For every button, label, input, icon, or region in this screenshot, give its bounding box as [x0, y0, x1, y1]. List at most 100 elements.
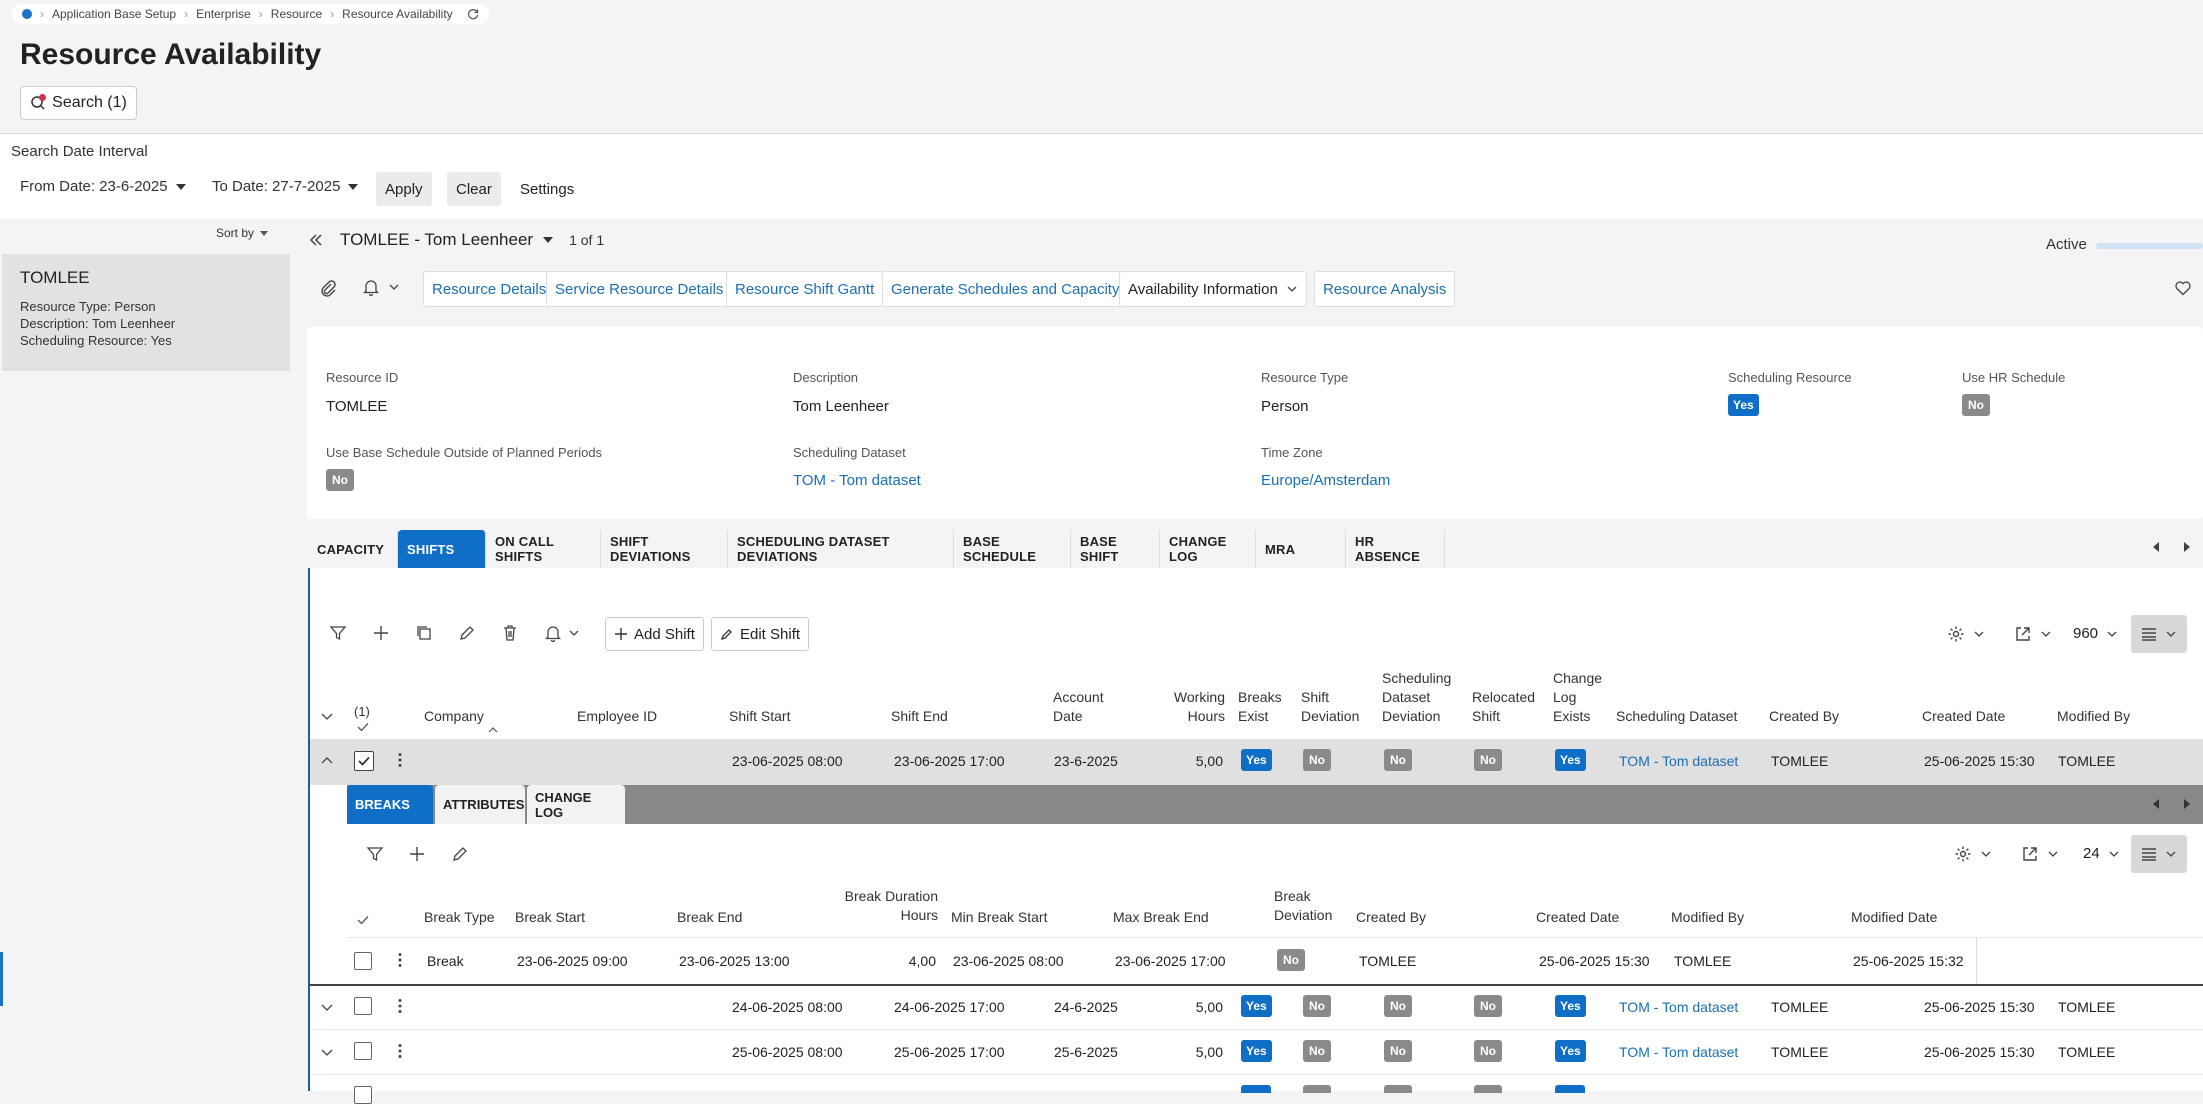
col-company[interactable]: Company — [424, 707, 484, 726]
col-breaks-exist[interactable]: Breaks Exist — [1238, 688, 1286, 726]
record-selector[interactable]: TOMLEE - Tom Leenheer — [340, 230, 554, 250]
col-account-date[interactable]: Account Date — [1053, 688, 1123, 726]
duplicate-icon[interactable] — [415, 624, 433, 642]
grid-notifications-menu[interactable] — [544, 624, 580, 642]
filter-icon[interactable] — [366, 845, 384, 863]
resource-analysis-button[interactable]: Resource Analysis — [1314, 271, 1456, 307]
row-menu-icon[interactable] — [398, 998, 402, 1014]
service-resource-details-button[interactable]: Service Resource Details — [546, 271, 733, 307]
col-min-break-start[interactable]: Min Break Start — [951, 908, 1047, 927]
expand-all-icon[interactable] — [320, 709, 334, 723]
breadcrumb-item[interactable]: Application Base Setup — [52, 7, 176, 21]
col-scheduling-dataset[interactable]: Scheduling Dataset — [1616, 707, 1737, 726]
tab-mra[interactable]: MRA — [1256, 530, 1346, 568]
subtab-attributes[interactable]: ATTRIBUTES — [435, 785, 525, 824]
clear-button[interactable]: Clear — [447, 172, 501, 206]
apply-button[interactable]: Apply — [376, 172, 432, 206]
breaks-page-size-select[interactable]: 24 — [2083, 845, 2120, 862]
col-modified-by[interactable]: Modified By — [2057, 707, 2130, 726]
tab-base-schedule[interactable]: BASE SCHEDULE — [954, 530, 1071, 568]
breaks-settings-menu[interactable] — [1954, 845, 1992, 863]
time-zone-link[interactable]: Europe/Amsterdam — [1261, 472, 1390, 489]
col-relocated-shift[interactable]: Relocated Shift — [1472, 688, 1542, 726]
resource-shift-gantt-button[interactable]: Resource Shift Gantt — [726, 271, 884, 307]
breaks-view-mode-menu[interactable] — [2131, 835, 2187, 873]
col-breaks-modified-by[interactable]: Modified By — [1671, 908, 1744, 927]
breaks-export-menu[interactable] — [2021, 845, 2059, 863]
cell-scheduling-dataset-link[interactable]: TOM - Tom dataset — [1619, 1044, 1738, 1060]
col-max-break-end[interactable]: Max Break End — [1113, 908, 1209, 927]
edit-icon[interactable] — [451, 845, 469, 863]
refresh-icon[interactable] — [467, 8, 479, 20]
select-all-check-icon[interactable] — [357, 722, 369, 732]
cell-scheduling-dataset-link[interactable]: TOM - Tom dataset — [1619, 753, 1738, 769]
row-checkbox[interactable] — [354, 997, 372, 1015]
tab-capacity[interactable]: CAPACITY — [308, 530, 398, 568]
collapse-row-icon[interactable] — [320, 754, 334, 768]
col-break-start[interactable]: Break Start — [515, 908, 585, 927]
select-all-check-icon[interactable] — [357, 915, 369, 925]
break-row-checkbox[interactable] — [354, 952, 372, 970]
favorite-icon[interactable] — [2174, 279, 2192, 297]
col-shift-start[interactable]: Shift Start — [729, 707, 790, 726]
row-menu-icon[interactable] — [398, 1043, 402, 1059]
expand-row-icon[interactable] — [320, 1045, 334, 1059]
tab-on-call-shifts[interactable]: ON CALL SHIFTS — [486, 530, 601, 568]
view-mode-menu[interactable] — [2131, 615, 2187, 653]
notifications-menu[interactable] — [362, 278, 400, 296]
row-menu-icon[interactable] — [398, 752, 402, 768]
add-icon[interactable] — [408, 845, 426, 863]
row-checkbox[interactable] — [354, 1086, 372, 1104]
grid-settings-menu[interactable] — [1947, 625, 1985, 643]
col-break-deviation[interactable]: Break Deviation — [1274, 887, 1344, 925]
col-employee-id[interactable]: Employee ID — [577, 707, 657, 726]
add-shift-button[interactable]: Add Shift — [605, 617, 704, 651]
scheduling-dataset-link[interactable]: TOM - Tom dataset — [793, 472, 921, 489]
tab-shifts[interactable]: SHIFTS — [398, 530, 486, 568]
row-checkbox[interactable] — [354, 1042, 372, 1060]
col-created-by[interactable]: Created By — [1769, 707, 1839, 726]
sort-ascending-icon[interactable] — [488, 726, 498, 734]
col-shift-end[interactable]: Shift End — [891, 707, 948, 726]
page-size-select[interactable]: 960 — [2073, 625, 2118, 642]
attachment-icon[interactable] — [318, 278, 338, 298]
generate-schedules-button[interactable]: Generate Schedules and Capacity — [882, 271, 1129, 307]
sort-by-button[interactable]: Sort by — [216, 226, 269, 240]
col-break-end[interactable]: Break End — [677, 908, 742, 927]
tab-scroll-right-icon[interactable] — [2182, 541, 2192, 553]
resource-details-button[interactable]: Resource Details — [423, 271, 556, 307]
availability-information-menu[interactable]: Availability Information — [1119, 271, 1307, 307]
subtab-change-log[interactable]: CHANGE LOG — [527, 785, 625, 824]
col-break-duration-hours[interactable]: Break Duration Hours — [826, 887, 938, 925]
col-breaks-created-by[interactable]: Created By — [1356, 908, 1426, 927]
row-checkbox-checked[interactable] — [354, 751, 374, 771]
search-button[interactable]: Search (1) — [20, 86, 137, 120]
record-card[interactable]: TOMLEE Resource Type: Person Description… — [2, 254, 290, 371]
tab-change-log[interactable]: CHANGE LOG — [1160, 530, 1256, 568]
filter-icon[interactable] — [329, 624, 347, 642]
expand-row-icon[interactable] — [320, 1000, 334, 1014]
col-change-log-exists[interactable]: Change Log Exists — [1553, 669, 1608, 726]
edit-icon[interactable] — [458, 624, 476, 642]
tab-scroll-left-icon[interactable] — [2151, 541, 2161, 553]
subtab-scroll-right-icon[interactable] — [2182, 798, 2192, 810]
edit-shift-button[interactable]: Edit Shift — [711, 617, 810, 651]
col-scheduling-dataset-deviation[interactable]: Scheduling Dataset Deviation — [1382, 669, 1460, 726]
col-break-type[interactable]: Break Type — [424, 908, 495, 927]
col-shift-deviation[interactable]: Shift Deviation — [1301, 688, 1371, 726]
collapse-panel-icon[interactable] — [308, 232, 324, 248]
cell-scheduling-dataset-link[interactable]: TOM - Tom dataset — [1619, 999, 1738, 1015]
tab-scheduling-dataset-deviations[interactable]: SCHEDULING DATASET DEVIATIONS — [728, 530, 954, 568]
to-date-field[interactable]: To Date: 27-7-2025 — [212, 178, 359, 195]
home-icon[interactable] — [22, 9, 32, 19]
col-breaks-modified-date[interactable]: Modified Date — [1851, 908, 1937, 927]
tab-hr-absence[interactable]: HR ABSENCE — [1346, 530, 1445, 568]
subtab-scroll-left-icon[interactable] — [2151, 798, 2161, 810]
breadcrumb-item[interactable]: Enterprise — [196, 7, 251, 21]
row-menu-icon[interactable] — [398, 952, 402, 968]
tab-shift-deviations[interactable]: SHIFT DEVIATIONS — [601, 530, 728, 568]
add-icon[interactable] — [372, 624, 390, 642]
col-breaks-created-date[interactable]: Created Date — [1536, 908, 1619, 927]
breadcrumb-item[interactable]: Resource — [271, 7, 322, 21]
subtab-breaks[interactable]: BREAKS — [347, 785, 433, 824]
